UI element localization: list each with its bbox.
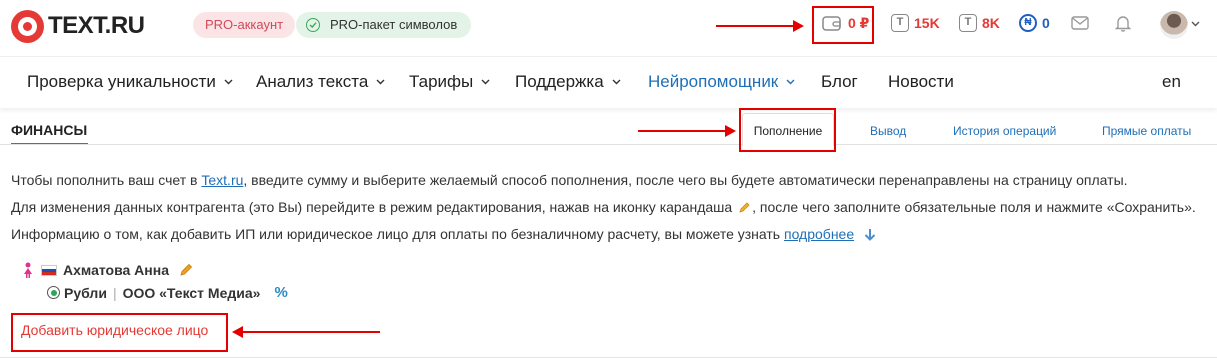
nav-news[interactable]: Новости (888, 72, 954, 92)
info-line-1: Чтобы пополнить ваш счет в Text.ru, введ… (11, 172, 1128, 188)
nav-uniqueness[interactable]: Проверка уникальности (27, 72, 233, 92)
pro-chars-value: 15K (914, 15, 940, 31)
language-label: en (1162, 72, 1181, 91)
annotation-box-tab (739, 108, 836, 152)
uniq-chars-value: 8K (982, 15, 1000, 31)
annotation-arrow-tab (638, 125, 736, 137)
chevron-down-icon (612, 79, 621, 85)
logo-text: TEXT.RU (48, 12, 145, 39)
annotation-box-add-legal (11, 313, 228, 352)
pro-pack-label: PRO-пакет символов (330, 17, 458, 32)
main-nav: Проверка уникальности Анализ текста Тари… (0, 56, 1217, 108)
pro-pack-badge[interactable]: PRO-пакет символов (296, 12, 472, 38)
tab-direct-payments[interactable]: Прямые оплаты (1102, 124, 1191, 138)
mail-icon[interactable] (1071, 16, 1089, 30)
nav-tariffs[interactable]: Тарифы (409, 72, 490, 92)
info-line-1-pre: Чтобы пополнить ваш счет в (11, 172, 202, 188)
person-name: Ахматова Анна (63, 262, 169, 278)
info-line-1-post: , введите сумму и выберите желаемый спос… (243, 172, 1128, 188)
uniq-chars-widget[interactable]: T 8K (959, 14, 1000, 32)
nav-text-analysis-label: Анализ текста (256, 72, 369, 91)
company-name: ООО «Текст Медиа» (122, 284, 261, 301)
arrow-down-icon[interactable] (864, 228, 876, 241)
radio-selected[interactable] (47, 286, 60, 299)
bell-icon[interactable] (1115, 14, 1131, 32)
more-info-link[interactable]: подробнее (784, 226, 854, 242)
pro-account-badge[interactable]: PRO-аккаунт (193, 12, 296, 38)
pro-chars-icon: T (891, 14, 909, 32)
info-line-3-pre: Информацию о том, как добавить ИП или юр… (11, 226, 784, 242)
annotation-arrow-add-legal (232, 326, 380, 338)
coins-widget[interactable]: ₦ 0 (1019, 14, 1050, 32)
bottom-divider (0, 357, 1217, 358)
nav-support-label: Поддержка (515, 72, 604, 91)
nav-neuro-assistant[interactable]: Нейропомощник (648, 72, 795, 92)
nav-text-analysis[interactable]: Анализ текста (256, 72, 385, 92)
language-switch[interactable]: en (1162, 72, 1181, 92)
chevron-down-icon (376, 79, 385, 85)
currency-label: Рубли (64, 284, 107, 301)
textru-link[interactable]: Text.ru (201, 172, 243, 188)
site-logo[interactable]: TEXT.RU (11, 8, 145, 44)
annotation-arrow-balance (716, 20, 804, 32)
page-title: ФИНАНСЫ (11, 122, 88, 138)
tab-withdraw[interactable]: Вывод (870, 124, 906, 138)
logo-icon (11, 9, 44, 43)
top-header: TEXT.RU PRO-аккаунт PRO-пакет символов 0… (0, 0, 1217, 52)
coins-value: 0 (1042, 15, 1050, 31)
info-line-2: Для изменения данных контрагента (это Вы… (11, 199, 1196, 215)
counterparty-account[interactable]: Рубли | ООО «Текст Медиа» % (47, 284, 288, 301)
tabs-divider (0, 144, 1217, 145)
pencil-icon[interactable] (179, 263, 193, 277)
nav-tariffs-label: Тарифы (409, 72, 474, 91)
nav-blog[interactable]: Блог (821, 72, 858, 92)
nav-news-label: Новости (888, 72, 954, 91)
percent-icon[interactable]: % (274, 284, 287, 301)
uniq-chars-icon: T (959, 14, 977, 32)
chevron-down-icon (224, 79, 233, 85)
pencil-icon (739, 202, 750, 213)
pro-chars-widget[interactable]: T 15K (891, 14, 940, 32)
nav-neuro-assistant-label: Нейропомощник (648, 72, 779, 91)
russia-flag-icon (41, 264, 57, 276)
chevron-down-icon (481, 79, 490, 85)
info-line-3: Информацию о том, как добавить ИП или юр… (11, 226, 876, 242)
info-line-2-post: , после чего заполните обязательные поля… (752, 199, 1196, 215)
nav-support[interactable]: Поддержка (515, 72, 621, 92)
coin-icon: ₦ (1019, 14, 1037, 32)
balance-value: 0 ₽ (848, 14, 870, 31)
info-line-2-pre: Для изменения данных контрагента (это Вы… (11, 199, 733, 215)
check-icon (306, 18, 320, 32)
female-icon (24, 262, 32, 278)
nav-blog-label: Блог (821, 72, 858, 91)
separator: | (112, 284, 117, 301)
chevron-down-icon[interactable] (1191, 21, 1200, 27)
nav-uniqueness-label: Проверка уникальности (27, 72, 216, 91)
tab-history[interactable]: История операций (953, 124, 1056, 138)
balance-widget[interactable]: 0 ₽ (822, 14, 869, 32)
user-avatar[interactable] (1160, 11, 1188, 39)
wallet-icon (822, 16, 841, 31)
counterparty-person: Ахматова Анна (23, 262, 193, 278)
chevron-down-icon (786, 79, 795, 85)
